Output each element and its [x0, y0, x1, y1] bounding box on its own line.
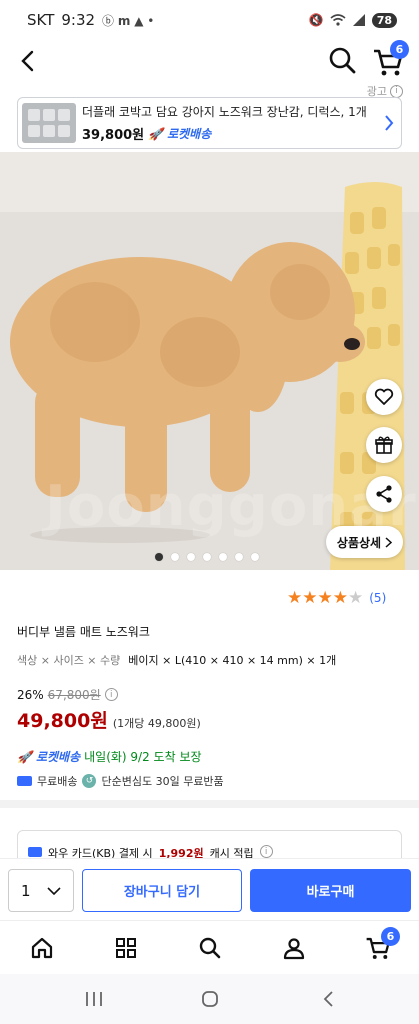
- option-keys: 색상 × 사이즈 × 수량: [17, 654, 121, 667]
- return-icon: ↺: [82, 774, 97, 788]
- mute-icon: 🔇: [308, 13, 324, 27]
- info-icon: i: [259, 845, 273, 858]
- grid-icon: [116, 938, 136, 958]
- delivery-date: 내일(화) 9/2 도착 보장: [84, 750, 202, 764]
- ad-price: 39,800원: [82, 128, 145, 143]
- chevron-right-icon: [385, 115, 394, 131]
- chevron-left-icon: [21, 50, 34, 72]
- cart-count-badge: 6: [381, 927, 400, 946]
- notification-icons: ⓑ m ▲ •: [102, 13, 155, 28]
- gallery-pagination: [155, 553, 259, 561]
- user-icon: [283, 938, 305, 960]
- cart-button[interactable]: 6: [372, 40, 409, 78]
- add-to-cart-button[interactable]: 장바구니 담기: [82, 869, 242, 912]
- pagination-dot[interactable]: [235, 553, 243, 561]
- pagination-dot[interactable]: [187, 553, 195, 561]
- discount-rate: 26%: [17, 687, 44, 702]
- share-icon: [376, 485, 392, 503]
- rocket-icon: 🚀: [17, 749, 32, 764]
- recent-apps-button[interactable]: [84, 988, 104, 1010]
- star-filled-icon: ★: [317, 588, 333, 608]
- quantity-select[interactable]: 1: [8, 869, 74, 912]
- tab-home[interactable]: [27, 933, 57, 963]
- cart-count-badge: 6: [390, 40, 409, 59]
- product-detail-button[interactable]: 상품상세: [326, 526, 403, 558]
- back-arrow-icon: [323, 991, 333, 1007]
- ad-banner[interactable]: 더플래 코박고 담요 강아지 노즈워크 장난감, 디럭스, 1개 39,800원…: [17, 97, 402, 149]
- chevron-down-icon: [47, 886, 61, 895]
- search-icon: [199, 937, 221, 959]
- info-icon: i: [390, 84, 403, 98]
- system-back-button[interactable]: [318, 988, 338, 1010]
- search-icon: [329, 47, 356, 74]
- ad-chevron: [377, 114, 401, 132]
- clock: 9:32: [61, 11, 96, 29]
- tab-cart[interactable]: 6: [363, 927, 400, 963]
- system-navigation-bar: [0, 974, 419, 1024]
- credit-card-icon: [28, 847, 42, 857]
- tab-categories[interactable]: [111, 933, 141, 963]
- product-detail-label: 상품상세: [336, 535, 382, 550]
- review-count[interactable]: (5): [369, 591, 386, 605]
- original-price: 67,800원: [47, 688, 101, 702]
- gift-icon: [375, 436, 393, 454]
- section-divider: [0, 800, 419, 808]
- discount-row: 26% 67,800원 i: [17, 686, 118, 703]
- option-values: 베이지 × L(410 × 410 × 14 mm) × 1개: [128, 654, 337, 667]
- pagination-dot[interactable]: [155, 553, 163, 561]
- star-filled-icon: ★: [287, 588, 303, 608]
- option-selection[interactable]: 색상 × 사이즈 × 수량 베이지 × L(410 × 410 × 14 mm)…: [17, 652, 336, 668]
- info-icon[interactable]: i: [104, 688, 118, 701]
- heart-icon: [374, 388, 394, 405]
- rocket-delivery-label: 로켓배송: [35, 750, 81, 764]
- purchase-bar: 1 장바구니 담기 바로구매: [0, 858, 419, 920]
- truck-icon: [17, 776, 32, 786]
- status-bar: SKT 9:32 ⓑ m ▲ • 🔇 78: [0, 0, 419, 40]
- wishlist-button[interactable]: [366, 379, 402, 415]
- free-shipping-label: 무료배송: [37, 775, 78, 788]
- star-filled-icon: ★: [302, 588, 318, 608]
- pagination-dot[interactable]: [203, 553, 211, 561]
- price-row: 49,800원 (1개당 49,800원): [17, 706, 201, 733]
- signal-icon: [352, 14, 365, 26]
- unit-price: (1개당 49,800원): [112, 717, 201, 730]
- top-navigation: 6: [0, 40, 419, 84]
- share-button[interactable]: [366, 476, 402, 512]
- wifi-icon: [330, 14, 346, 26]
- search-button[interactable]: [326, 44, 358, 76]
- back-button[interactable]: [12, 46, 42, 76]
- return-policy-label: 단순변심도 30일 무료반품: [101, 775, 224, 788]
- pagination-dot[interactable]: [251, 553, 259, 561]
- ad-title: 더플래 코박고 담요 강아지 노즈워크 장난감, 디럭스, 1개: [82, 105, 367, 119]
- product-image[interactable]: Joonggonara: [0, 152, 419, 570]
- tab-search[interactable]: [195, 933, 225, 963]
- shipping-info-row: 무료배송 ↺ 단순변심도 30일 무료반품: [17, 773, 224, 789]
- home-system-button[interactable]: [200, 988, 220, 1010]
- buy-now-button[interactable]: 바로구매: [250, 869, 411, 912]
- home-circle-icon: [202, 991, 218, 1007]
- bottom-navigation: 6: [0, 920, 419, 974]
- star-empty-icon: ★: [348, 588, 364, 608]
- star-filled-icon: ★: [332, 588, 348, 608]
- product-rating[interactable]: ★★★★★ (5): [287, 588, 386, 608]
- gift-button[interactable]: [366, 427, 402, 463]
- pagination-dot[interactable]: [171, 553, 179, 561]
- product-title: 버디부 낼름 매트 노즈워크: [17, 625, 150, 639]
- battery-indicator: 78: [371, 12, 397, 28]
- recent-apps-icon: [86, 992, 102, 1006]
- rocket-icon: 🚀: [148, 126, 164, 141]
- tab-my-account[interactable]: [279, 933, 309, 963]
- rocket-delivery-row: 🚀 로켓배송 내일(화) 9/2 도착 보장: [17, 748, 202, 765]
- sale-price: 49,800원: [17, 710, 108, 732]
- quantity-value: 1: [21, 881, 31, 900]
- ad-product-thumbnail: [22, 103, 76, 143]
- pagination-dot[interactable]: [219, 553, 227, 561]
- star-rating: ★★★★★: [287, 588, 363, 608]
- carrier-label: SKT: [27, 11, 55, 29]
- home-icon: [31, 937, 53, 959]
- chevron-right-icon: [385, 536, 393, 548]
- ad-delivery-label: 로켓배송: [167, 127, 212, 141]
